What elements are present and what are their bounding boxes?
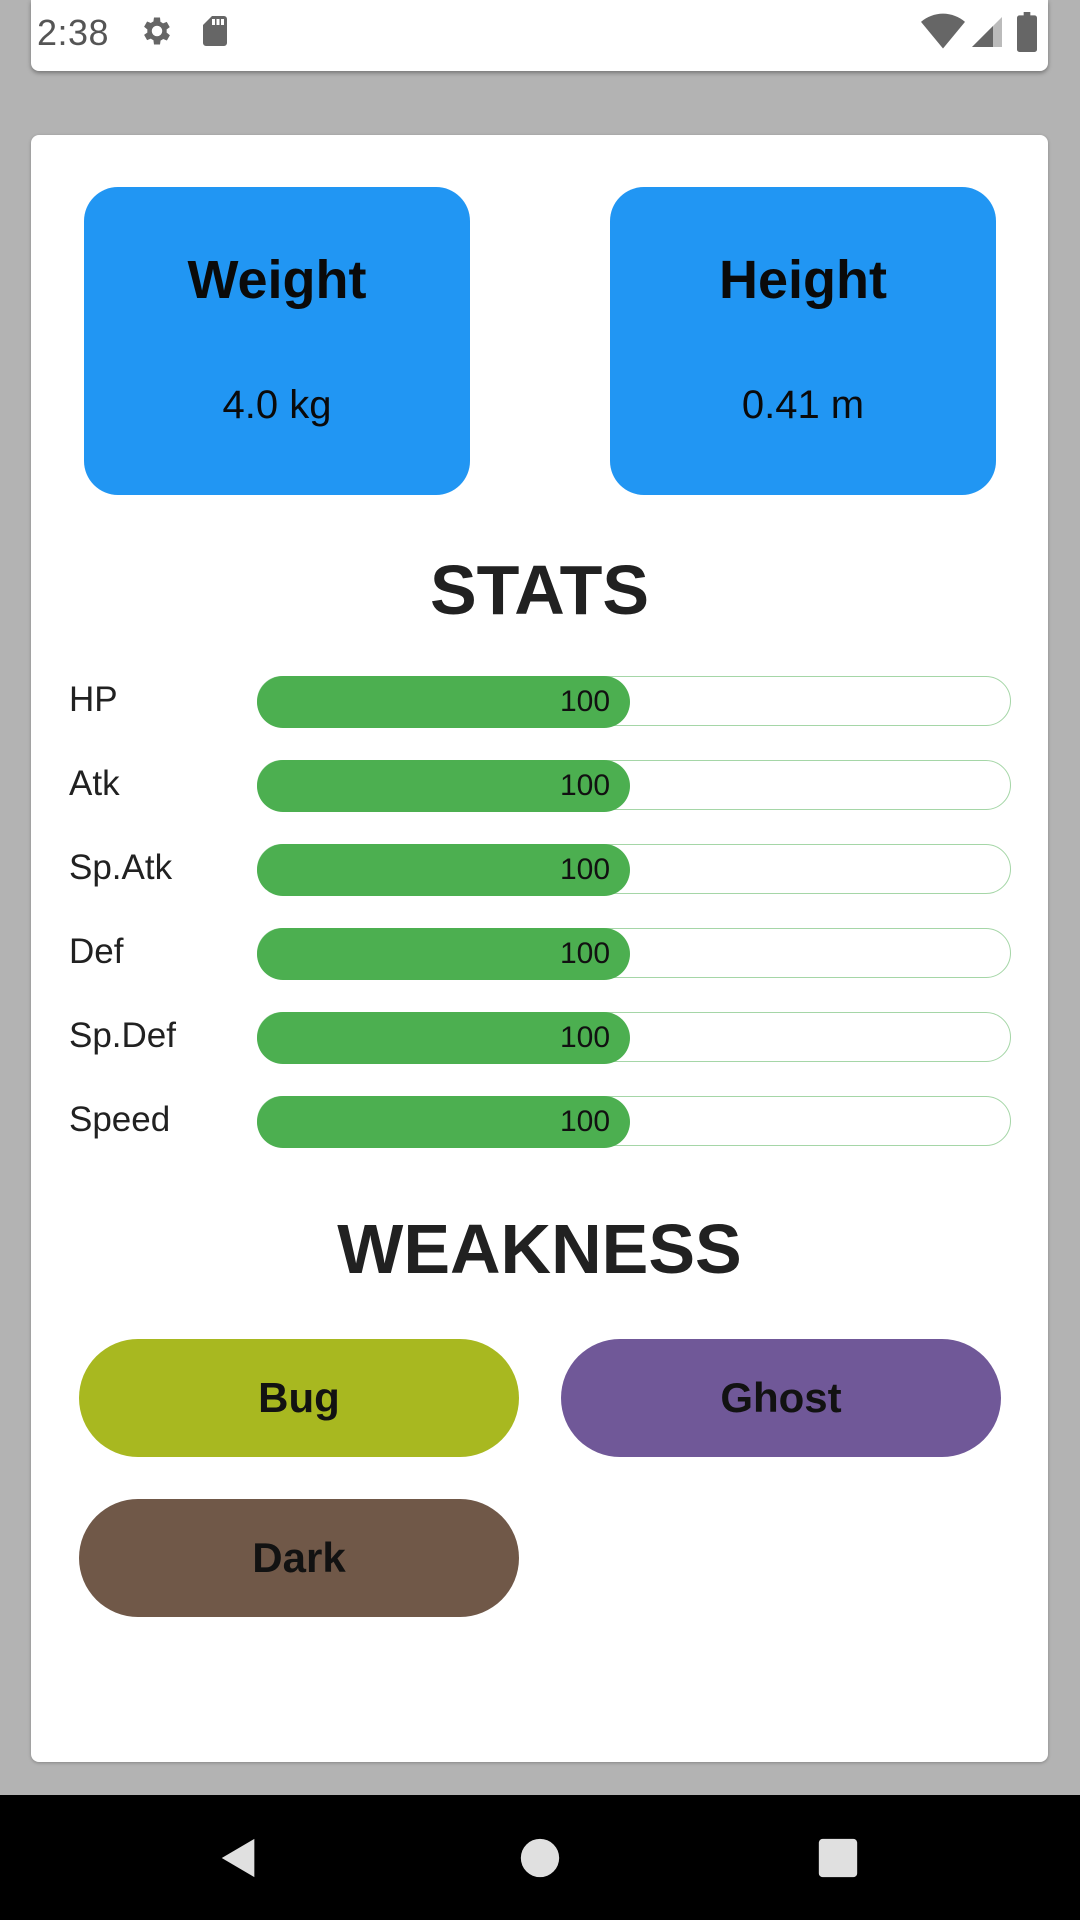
stats-title: STATS — [429, 551, 650, 629]
home-icon[interactable] — [517, 1835, 563, 1881]
stat-row-sp-atk: Sp.Atk 100 — [31, 844, 1048, 896]
stat-label: Sp.Atk — [69, 848, 173, 887]
height-label: Height — [719, 250, 887, 310]
type-chip-label: Dark — [252, 1534, 346, 1581]
sd-card-icon — [197, 13, 233, 49]
battery-icon — [1015, 12, 1039, 52]
stat-label: HP — [69, 680, 118, 719]
stat-row-atk: Atk 100 — [31, 760, 1048, 812]
stat-value: 100 — [560, 853, 611, 886]
status-bar: 2:38 — [31, 0, 1048, 71]
type-chip-label: Bug — [258, 1374, 340, 1421]
stat-row-hp: HP 100 — [31, 676, 1048, 728]
stat-label: Def — [69, 932, 124, 971]
stat-label: Sp.Def — [69, 1016, 176, 1055]
stat-value: 100 — [560, 769, 611, 802]
weight-value: 4.0 kg — [222, 383, 332, 427]
stat-value: 100 — [560, 1105, 611, 1138]
stat-label: Atk — [69, 764, 120, 803]
gear-icon — [139, 13, 175, 49]
system-nav-bar — [0, 1795, 1080, 1920]
stat-value: 100 — [560, 685, 611, 718]
stat-row-sp-def: Sp.Def 100 — [31, 1012, 1048, 1064]
weight-label: Weight — [187, 250, 367, 310]
type-chip-label: Ghost — [720, 1374, 842, 1421]
stat-row-speed: Speed 100 — [31, 1096, 1048, 1148]
weight-tile: Weight 4.0 kg — [84, 187, 470, 495]
back-icon[interactable] — [216, 1835, 262, 1881]
recents-icon[interactable] — [815, 1835, 861, 1881]
wifi-icon — [921, 12, 965, 52]
stat-value: 100 — [560, 937, 611, 970]
height-tile: Height 0.41 m — [610, 187, 996, 495]
stat-row-def: Def 100 — [31, 928, 1048, 980]
type-chip-bug[interactable]: Bug — [79, 1339, 519, 1457]
type-chip-ghost[interactable]: Ghost — [561, 1339, 1001, 1457]
height-value: 0.41 m — [741, 383, 865, 427]
type-chip-dark[interactable]: Dark — [79, 1499, 519, 1617]
stat-label: Speed — [69, 1100, 171, 1139]
status-time: 2:38 — [37, 12, 110, 53]
stat-value: 100 — [560, 1021, 611, 1054]
cell-signal-icon — [969, 14, 1005, 50]
weakness-title: WEAKNESS — [337, 1210, 742, 1288]
pokemon-detail-card: Weight 4.0 kg Height 0.41 m STATS HP 100 A… — [31, 135, 1048, 1762]
